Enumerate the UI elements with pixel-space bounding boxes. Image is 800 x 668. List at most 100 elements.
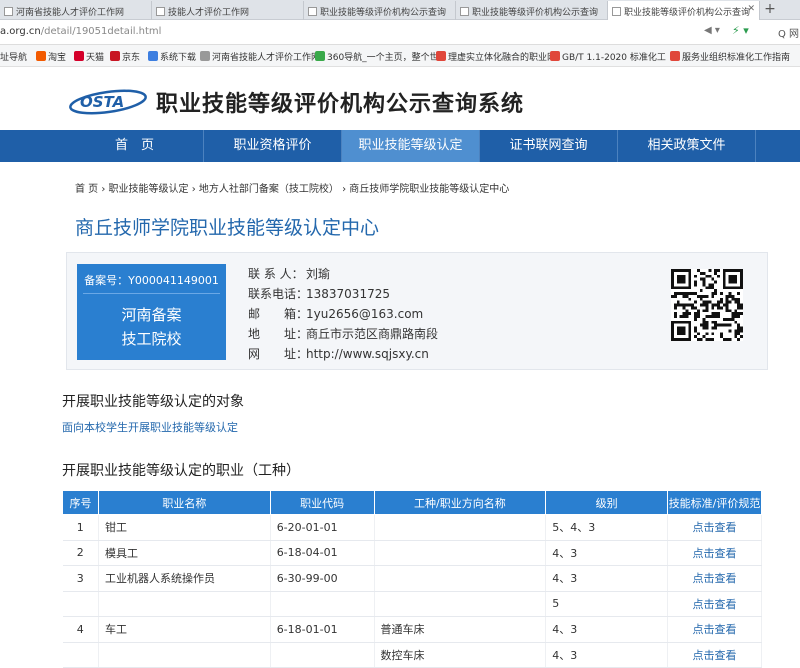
qr-module bbox=[702, 303, 706, 307]
website-row: 网 址：http://www.sqjsxy.cn bbox=[248, 347, 429, 361]
speed-icon[interactable]: ⚡ ▾ bbox=[732, 24, 749, 37]
new-tab-icon[interactable]: + bbox=[760, 0, 780, 20]
bookmark-item[interactable]: 址导航 bbox=[0, 50, 27, 63]
qr-module bbox=[682, 315, 686, 318]
qr-module bbox=[708, 338, 712, 341]
qr-module bbox=[734, 312, 738, 316]
bookmark-item[interactable]: 理虚实立体化融合的职业网 bbox=[436, 50, 556, 63]
address-bar[interactable]: a.org.cn/detail/19051detail.html ◀ ▾ ⚡ ▾… bbox=[0, 20, 800, 45]
logo-text: OSTA bbox=[80, 93, 124, 111]
qr-module bbox=[694, 274, 697, 278]
bookmark-item[interactable]: 河南省技能人才评价工作网 bbox=[200, 50, 320, 63]
qr-module bbox=[734, 329, 738, 333]
qr-module bbox=[714, 269, 718, 272]
qr-module bbox=[717, 274, 720, 278]
bookmark-item[interactable]: 淘宝 bbox=[36, 50, 66, 63]
qr-module bbox=[711, 315, 715, 318]
cell-code: 6-20-01-01 bbox=[270, 514, 375, 541]
qr-module bbox=[705, 306, 709, 310]
view-standard-link[interactable]: 点击查看 bbox=[667, 540, 762, 566]
qr-module bbox=[725, 306, 729, 310]
qr-module bbox=[711, 320, 715, 324]
bookmark-icon bbox=[315, 51, 325, 61]
nav-item-certificate[interactable]: 证书联网查询 bbox=[480, 130, 618, 162]
qr-module bbox=[728, 338, 732, 341]
qr-module bbox=[699, 294, 703, 298]
qr-module bbox=[694, 315, 697, 318]
qr-module bbox=[708, 315, 712, 318]
nav-item-policy[interactable]: 相关政策文件 bbox=[618, 130, 756, 162]
qr-module bbox=[688, 297, 692, 301]
close-icon[interactable]: ✕ bbox=[747, 4, 755, 14]
page-icon bbox=[612, 7, 621, 16]
qr-module bbox=[682, 292, 686, 295]
page-icon bbox=[308, 7, 317, 16]
qr-module bbox=[694, 317, 697, 321]
view-standard-link[interactable]: 点击查看 bbox=[667, 616, 762, 643]
breadcrumb[interactable]: 首 页 › 职业技能等级认定 › 地方人社部门备案（技工院校） › 商丘技师学院… bbox=[75, 180, 509, 195]
bookmark-icon bbox=[148, 51, 158, 61]
qr-code bbox=[671, 269, 743, 341]
cell-name bbox=[98, 642, 271, 668]
back-dropdown-icon[interactable]: ◀ ▾ bbox=[704, 25, 720, 36]
browser-tab[interactable]: 职业技能等级评价机构公示查询 bbox=[456, 1, 608, 20]
qr-module bbox=[725, 303, 729, 307]
cell-name bbox=[98, 591, 271, 617]
qr-module bbox=[722, 317, 726, 321]
qr-module bbox=[714, 280, 718, 284]
view-standard-link[interactable]: 点击查看 bbox=[667, 565, 762, 592]
browser-tab[interactable]: 技能人才评价工作网 bbox=[152, 1, 304, 20]
bookmark-item[interactable]: 京东 bbox=[110, 50, 140, 63]
qr-module bbox=[734, 332, 738, 336]
osta-logo[interactable]: OSTA bbox=[68, 86, 148, 116]
qr-module bbox=[694, 280, 697, 284]
bookmark-item[interactable]: 系统下载 bbox=[148, 50, 196, 63]
bookmark-item[interactable]: 服务业组织标准化工作指南 bbox=[670, 50, 790, 63]
qr-module bbox=[719, 332, 723, 336]
url-text[interactable]: a.org.cn/detail/19051detail.html bbox=[0, 26, 161, 37]
bookmark-item[interactable]: GB/T 1.1-2020 标准化工 bbox=[550, 50, 666, 63]
bookmark-item[interactable]: 天猫 bbox=[74, 50, 104, 63]
qr-module bbox=[676, 326, 686, 336]
view-standard-link[interactable]: 点击查看 bbox=[667, 591, 762, 617]
nav-item-qualification[interactable]: 职业资格评价 bbox=[204, 130, 342, 162]
view-standard-link[interactable]: 点击查看 bbox=[667, 514, 762, 541]
qr-module bbox=[673, 292, 677, 295]
view-standard-link[interactable]: 点击查看 bbox=[667, 642, 762, 668]
browser-tab-active[interactable]: 职业技能等级评价机构公示查询 ✕ bbox=[608, 1, 760, 21]
nav-item-skill-level[interactable]: 职业技能等级认定 bbox=[342, 130, 480, 162]
qr-module bbox=[682, 303, 686, 307]
record-badge: 备案号：Y000041149001 河南备案 技工院校 bbox=[77, 264, 226, 360]
qr-module bbox=[705, 320, 709, 324]
qr-module bbox=[708, 269, 712, 272]
qr-module bbox=[702, 277, 706, 281]
qr-module bbox=[725, 338, 729, 341]
cell-no bbox=[62, 642, 99, 668]
qr-module bbox=[728, 274, 738, 284]
browser-tab[interactable]: 河南省技能人才评价工作网 bbox=[0, 1, 152, 20]
qr-module bbox=[737, 292, 741, 295]
search-icon[interactable]: Q 网 bbox=[778, 25, 799, 40]
qr-module bbox=[737, 297, 741, 301]
column-header: 工种/职业方向名称 bbox=[373, 490, 547, 515]
qr-module bbox=[711, 283, 715, 287]
qr-module bbox=[699, 271, 703, 275]
qr-module bbox=[711, 306, 715, 310]
qr-module bbox=[673, 315, 677, 318]
qr-module bbox=[682, 294, 686, 298]
cell-direction bbox=[374, 565, 547, 592]
qr-module bbox=[714, 320, 718, 324]
qr-module bbox=[688, 303, 692, 307]
browser-tab[interactable]: 职业技能等级评价机构公示查询 bbox=[304, 1, 456, 20]
bookmark-item[interactable]: 360导航_一个主页，整个世 bbox=[315, 50, 439, 63]
qr-module bbox=[699, 338, 703, 341]
bookmark-icon bbox=[110, 51, 120, 61]
cell-code: 6-18-01-01 bbox=[270, 616, 375, 643]
nav-item-home[interactable]: 首 页 bbox=[66, 130, 204, 162]
qr-module bbox=[731, 312, 735, 316]
section-target-text: 面向本校学生开展职业技能等级认定 bbox=[62, 421, 238, 434]
qr-module bbox=[708, 300, 712, 304]
page-icon bbox=[460, 7, 469, 16]
qr-module bbox=[719, 335, 723, 339]
table-row: 5 点击查看 bbox=[62, 591, 762, 617]
